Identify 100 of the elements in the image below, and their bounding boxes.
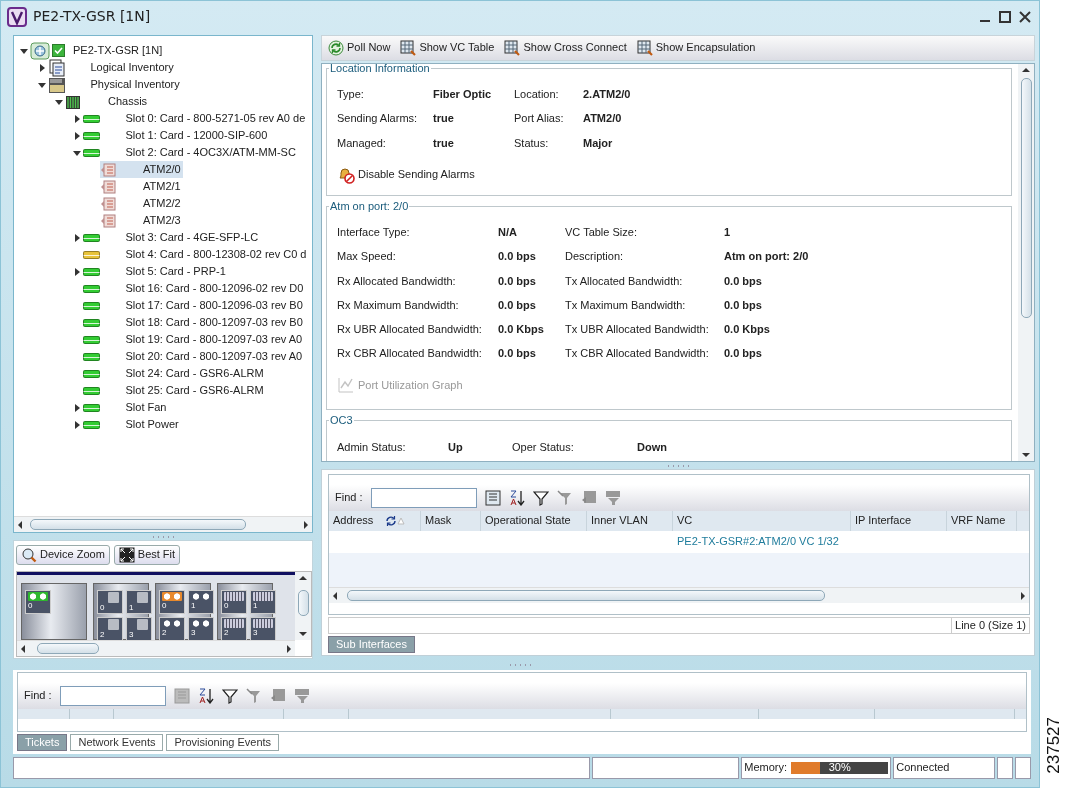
tree-item[interactable]: ATM2/3 xyxy=(100,212,183,229)
refresh-icon xyxy=(328,40,344,56)
expand-arrow-icon[interactable] xyxy=(72,114,81,123)
expand-arrow-icon[interactable] xyxy=(37,63,46,72)
field-value: 2.ATM2/0 xyxy=(583,88,632,102)
tree-item[interactable]: Slot Fan xyxy=(82,399,169,416)
port-number: 0 xyxy=(162,601,167,610)
tree-item[interactable]: Chassis xyxy=(65,93,150,110)
field-value: 1 xyxy=(724,226,732,240)
action-link[interactable]: Disable Sending Alarms xyxy=(337,165,475,184)
best-fit-button[interactable]: Best Fit xyxy=(113,545,181,565)
collapse-arrow-icon[interactable] xyxy=(20,46,28,55)
close-icon[interactable] xyxy=(1019,10,1031,23)
horizontal-scrollbar[interactable] xyxy=(14,516,312,532)
alarm-off-icon xyxy=(337,165,355,184)
field-value: true xyxy=(433,136,455,150)
port-number: 1 xyxy=(129,603,134,612)
port-number: 3 xyxy=(191,628,196,637)
fit-icon xyxy=(118,547,135,563)
device-zoom-button[interactable]: Device Zoom xyxy=(16,545,110,565)
tab[interactable]: Provisioning Events xyxy=(166,734,280,752)
find-field[interactable] xyxy=(59,686,166,706)
port-icon xyxy=(100,178,118,195)
status-field xyxy=(1015,757,1031,779)
tree-item[interactable]: Slot 1: Card - 12000-SIP-600 xyxy=(82,127,270,144)
find-label: Find : xyxy=(335,491,363,505)
collapse-arrow-icon[interactable] xyxy=(55,97,63,106)
toolbar-button[interactable]: Show Cross Connect xyxy=(504,40,627,56)
line-count: Line 0 (Size 1) xyxy=(951,617,1029,633)
tree-item[interactable]: ATM2/1 xyxy=(100,178,183,195)
tree-item[interactable]: Slot 0: Card - 800-5271-05 rev A0 de xyxy=(82,110,308,127)
expand-arrow-icon[interactable] xyxy=(72,267,81,276)
tree-item[interactable]: Slot 17: Card - 800-12096-03 rev B0 xyxy=(82,297,305,314)
field-value: 0.0 bps xyxy=(498,298,537,312)
tree-item[interactable]: ATM2/2 xyxy=(100,195,183,212)
filter-edit-icon[interactable] xyxy=(293,688,310,704)
tree-item[interactable]: Slot 24: Card - GSR6-ALRM xyxy=(82,365,266,382)
filter-edit-icon[interactable] xyxy=(604,490,621,506)
horizontal-scrollbar[interactable] xyxy=(17,640,295,656)
expand-arrow-icon[interactable] xyxy=(72,420,81,429)
port-number: 1 xyxy=(253,601,258,610)
tree-item[interactable]: ATM2/0 xyxy=(100,161,183,178)
memory-label: Memory: xyxy=(744,761,788,775)
tree-item[interactable]: Slot 18: Card - 800-12097-03 rev B0 xyxy=(82,314,305,331)
vertical-scrollbar[interactable] xyxy=(1018,64,1034,461)
export-icon[interactable] xyxy=(484,490,501,506)
filter-icon[interactable] xyxy=(532,490,549,506)
filter-clear-icon[interactable] xyxy=(245,688,262,704)
field-value: 0.0 Kbps xyxy=(498,322,545,337)
field-label: Tx Maximum Bandwidth: xyxy=(565,298,687,312)
field-value: ATM2/0 xyxy=(583,112,623,126)
status-field xyxy=(997,757,1013,779)
filter-back-icon[interactable] xyxy=(580,490,597,506)
check-icon xyxy=(52,44,65,57)
tree-item[interactable]: Physical Inventory xyxy=(47,76,182,93)
tree-item[interactable]: Slot 25: Card - GSR6-ALRM xyxy=(82,382,266,399)
tree-item[interactable]: Logical Inventory xyxy=(47,59,176,76)
port-icon xyxy=(100,212,118,229)
tree-item[interactable]: Slot 2: Card - 4OC3X/ATM-MM-SC xyxy=(82,144,298,161)
field-value: Up xyxy=(448,440,464,454)
field-value: 0.0 bps xyxy=(498,274,537,288)
refresh-icon xyxy=(385,515,398,527)
tree-item[interactable]: Slot 19: Card - 800-12097-03 rev A0 xyxy=(82,331,305,348)
field-label: Interface Type: xyxy=(337,226,411,240)
zoom-icon xyxy=(21,547,37,563)
filter-back-icon[interactable] xyxy=(269,688,286,704)
collapse-arrow-icon[interactable] xyxy=(37,80,46,89)
maximize-icon[interactable] xyxy=(999,10,1011,23)
tree-item[interactable]: Slot Power xyxy=(82,416,181,433)
tree-item[interactable]: Slot 20: Card - 800-12097-03 rev A0 xyxy=(82,348,305,365)
tab[interactable]: Network Events xyxy=(70,734,164,752)
field-label: VC Table Size: xyxy=(565,226,638,240)
toolbar-button[interactable]: Show VC Table xyxy=(400,40,495,56)
vertical-scrollbar[interactable] xyxy=(295,572,311,640)
tree-item[interactable]: Slot 3: Card - 4GE-SFP-LC xyxy=(82,229,261,246)
expand-arrow-icon[interactable] xyxy=(72,131,81,140)
toolbar-button[interactable]: Poll Now xyxy=(328,40,391,56)
expand-arrow-icon[interactable] xyxy=(72,233,81,242)
field-label: Managed: xyxy=(337,136,387,150)
port-number: 0 xyxy=(100,603,105,612)
filter-clear-icon[interactable] xyxy=(556,490,573,506)
filter-icon[interactable] xyxy=(221,688,238,704)
port-icon xyxy=(224,592,244,601)
toolbar-button[interactable]: Show Encapsulation xyxy=(636,40,756,56)
field-label: Description: xyxy=(565,250,625,264)
collapse-arrow-icon[interactable] xyxy=(72,148,81,157)
field-label: Tx CBR Allocated Bandwidth: xyxy=(565,347,710,361)
horizontal-scrollbar[interactable] xyxy=(329,587,1029,603)
field-value: N/A xyxy=(498,226,518,240)
tree-item[interactable]: Slot 5: Card - PRP-1 xyxy=(82,263,228,280)
tree-item[interactable]: Slot 4: Card - 800-12308-02 rev C0 d xyxy=(82,246,309,263)
tree-item[interactable]: PE2-TX-GSR [1N] xyxy=(30,42,165,59)
port-number: 0 xyxy=(224,601,229,610)
sort-icon[interactable] xyxy=(508,490,525,506)
field-value: true xyxy=(433,112,455,126)
expand-arrow-icon[interactable] xyxy=(72,403,81,412)
find-field[interactable] xyxy=(370,488,477,508)
tree-item[interactable]: Slot 16: Card - 800-12096-02 rev D0 xyxy=(82,280,306,297)
field-label: Max Speed: xyxy=(337,250,397,264)
sort-icon[interactable] xyxy=(197,688,214,704)
